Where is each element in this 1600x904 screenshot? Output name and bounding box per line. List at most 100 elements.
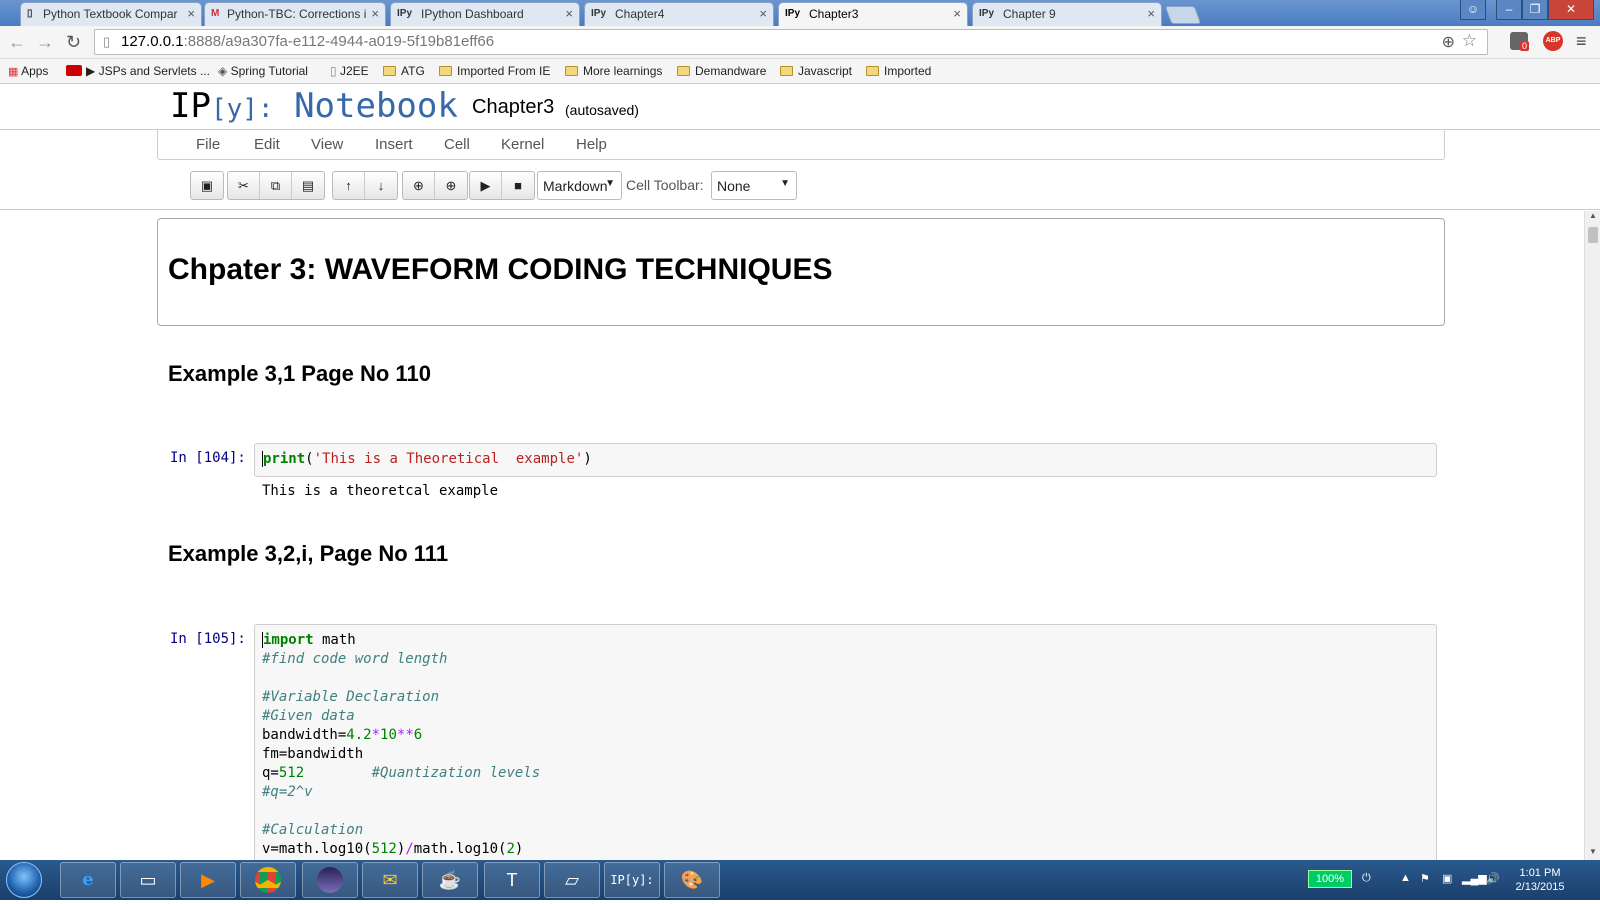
internet-explorer-icon[interactable]: e	[60, 862, 116, 898]
menu-cell[interactable]: Cell	[444, 136, 470, 153]
bookmark-label: Spring Tutorial	[230, 64, 308, 78]
close-icon[interactable]: ×	[1147, 6, 1155, 21]
notebook-title[interactable]: Chapter3	[472, 96, 554, 119]
notepad-icon[interactable]: ▱	[544, 862, 600, 898]
tab-ipython-dashboard[interactable]: IPy IPython Dashboard ×	[390, 2, 580, 26]
cut-icon[interactable]: ✂	[228, 172, 260, 199]
code-cell-input[interactable]: import math #find code word length #Vari…	[254, 624, 1437, 860]
close-icon[interactable]: ×	[759, 6, 767, 21]
eclipse-icon[interactable]	[302, 862, 358, 898]
bookmarks-bar: ▦ Apps ▶ JSPs and Servlets ... ◈ Spring …	[0, 59, 1600, 84]
flag-icon[interactable]: ⚑	[1420, 872, 1430, 885]
back-arrow-icon[interactable]: ←	[8, 32, 26, 53]
close-window-button[interactable]: ✕	[1548, 0, 1594, 20]
example-heading[interactable]: Example 3,1 Page No 110	[168, 361, 431, 387]
menu-help[interactable]: Help	[576, 136, 607, 153]
cell-type-select[interactable]: Markdown ▼	[537, 171, 622, 200]
ipython-taskbar-icon[interactable]: IP[y]:	[604, 862, 660, 898]
battery-indicator[interactable]: 100%	[1308, 870, 1352, 888]
reload-icon[interactable]: ↻	[66, 32, 81, 53]
menu-file[interactable]: File	[196, 136, 220, 153]
bookmark-demandware[interactable]: Demandware	[677, 64, 766, 78]
menu-edit[interactable]: Edit	[254, 136, 280, 153]
move-up-icon[interactable]: ↑	[333, 172, 365, 199]
tab-chapter4[interactable]: IPy Chapter4 ×	[584, 2, 774, 26]
menu-insert[interactable]: Insert	[375, 136, 413, 153]
bookmark-imported[interactable]: Imported	[866, 64, 931, 78]
spring-icon: ◈	[218, 64, 228, 78]
power-plug-icon[interactable]: ⏻	[1362, 872, 1371, 885]
show-hidden-icons[interactable]: ▲	[1400, 872, 1411, 884]
youtube-icon	[66, 65, 82, 76]
extension-icon[interactable]: 0	[1510, 32, 1530, 51]
cell-type-value: Markdown	[543, 178, 608, 194]
close-icon[interactable]: ×	[187, 6, 195, 21]
ipython-icon: IPy	[979, 8, 995, 19]
logo-ip: IP	[170, 86, 211, 126]
tab-chapter3[interactable]: IPy Chapter3 ×	[778, 2, 968, 26]
bookmark-apps[interactable]: ▦ Apps	[8, 64, 48, 78]
close-icon[interactable]: ×	[371, 6, 379, 21]
insert-below-icon[interactable]: ⊕	[435, 172, 467, 199]
code-token: import	[263, 632, 314, 648]
code-token: fm=bandwidth	[262, 746, 364, 762]
forward-arrow-icon[interactable]: →	[36, 32, 54, 53]
java-ee-ide-icon[interactable]: ☕	[422, 862, 478, 898]
save-icon[interactable]: ▣	[191, 172, 223, 199]
bookmark-imported-from-ie[interactable]: Imported From IE	[439, 64, 550, 78]
outlook-icon[interactable]: ✉	[362, 862, 418, 898]
code-comment: #q=2^v	[262, 784, 313, 800]
menu-icon[interactable]: ≡	[1576, 31, 1587, 52]
vertical-scrollbar[interactable]: ▲ ▼	[1584, 211, 1600, 860]
zoom-icon[interactable]: ⊕	[1442, 32, 1455, 52]
ipython-icon: IPy	[591, 8, 607, 19]
move-down-icon[interactable]: ↓	[365, 172, 397, 199]
example-heading[interactable]: Example 3,2,i, Page No 111	[168, 541, 448, 567]
network-signal-icon[interactable]: ▂▄▆	[1462, 872, 1487, 885]
bookmark-jsps[interactable]: ▶ JSPs and Servlets ...	[66, 64, 210, 78]
media-player-icon[interactable]: ▶	[180, 862, 236, 898]
address-bar[interactable]: ▯ 127.0.0.1:8888/a9a307fa-e112-4944-a019…	[94, 29, 1488, 55]
ipython-notebook-logo[interactable]: IP[y]: Notebook	[170, 86, 458, 126]
scrollbar-thumb[interactable]	[1588, 227, 1598, 243]
page-icon: ▯	[103, 34, 111, 49]
chrome-icon[interactable]	[240, 862, 296, 898]
volume-icon[interactable]: 🔊	[1486, 872, 1500, 885]
tab-chapter9[interactable]: IPy Chapter 9 ×	[972, 2, 1162, 26]
start-button[interactable]	[6, 862, 42, 898]
new-tab-button[interactable]	[1164, 6, 1202, 24]
menu-kernel[interactable]: Kernel	[501, 136, 544, 153]
minimize-button[interactable]: –	[1496, 0, 1522, 20]
tab-python-textbook[interactable]: ▯ Python Textbook Compar ×	[20, 2, 202, 26]
stop-icon[interactable]: ■	[502, 172, 534, 199]
text-editor-icon[interactable]: T	[484, 862, 540, 898]
system-clock[interactable]: 1:01 PM 2/13/2015	[1500, 866, 1580, 894]
bookmark-spring[interactable]: ◈ Spring Tutorial	[218, 64, 308, 78]
menu-view[interactable]: View	[311, 136, 343, 153]
user-profile-icon[interactable]: ☺	[1460, 0, 1486, 20]
code-cell-input[interactable]: print('This is a Theoretical example')	[254, 443, 1437, 477]
insert-above-icon[interactable]: ⊕	[403, 172, 435, 199]
close-icon[interactable]: ×	[953, 6, 961, 21]
file-explorer-icon[interactable]: ▭	[120, 862, 176, 898]
paint-icon[interactable]: 🎨	[664, 862, 720, 898]
run-icon[interactable]: ▶	[470, 172, 502, 199]
security-icon[interactable]: ▣	[1442, 872, 1452, 885]
bookmark-more-learnings[interactable]: More learnings	[565, 64, 662, 78]
adblock-icon[interactable]: ABP	[1543, 31, 1563, 51]
scroll-down-icon[interactable]: ▼	[1589, 847, 1597, 856]
maximize-button[interactable]: ❐	[1522, 0, 1548, 20]
tab-gmail[interactable]: M Python-TBC: Corrections i ×	[204, 2, 386, 26]
cell-toolbar-select[interactable]: None ▼	[711, 171, 797, 200]
cell-output: This is a theoretcal example	[262, 483, 499, 499]
copy-icon[interactable]: ⧉	[260, 172, 292, 199]
scroll-up-icon[interactable]: ▲	[1589, 211, 1597, 220]
bookmark-star-icon[interactable]: ☆	[1462, 31, 1477, 51]
close-icon[interactable]: ×	[565, 6, 573, 21]
bookmark-atg[interactable]: ATG	[383, 64, 425, 78]
browser-toolbar: ← → ↻ ▯ 127.0.0.1:8888/a9a307fa-e112-494…	[0, 26, 1600, 59]
bookmark-javascript[interactable]: Javascript	[780, 64, 852, 78]
code-token: **	[396, 727, 414, 743]
paste-icon[interactable]: ▤	[292, 172, 324, 199]
bookmark-j2ee[interactable]: ▯ J2EE	[330, 64, 369, 78]
